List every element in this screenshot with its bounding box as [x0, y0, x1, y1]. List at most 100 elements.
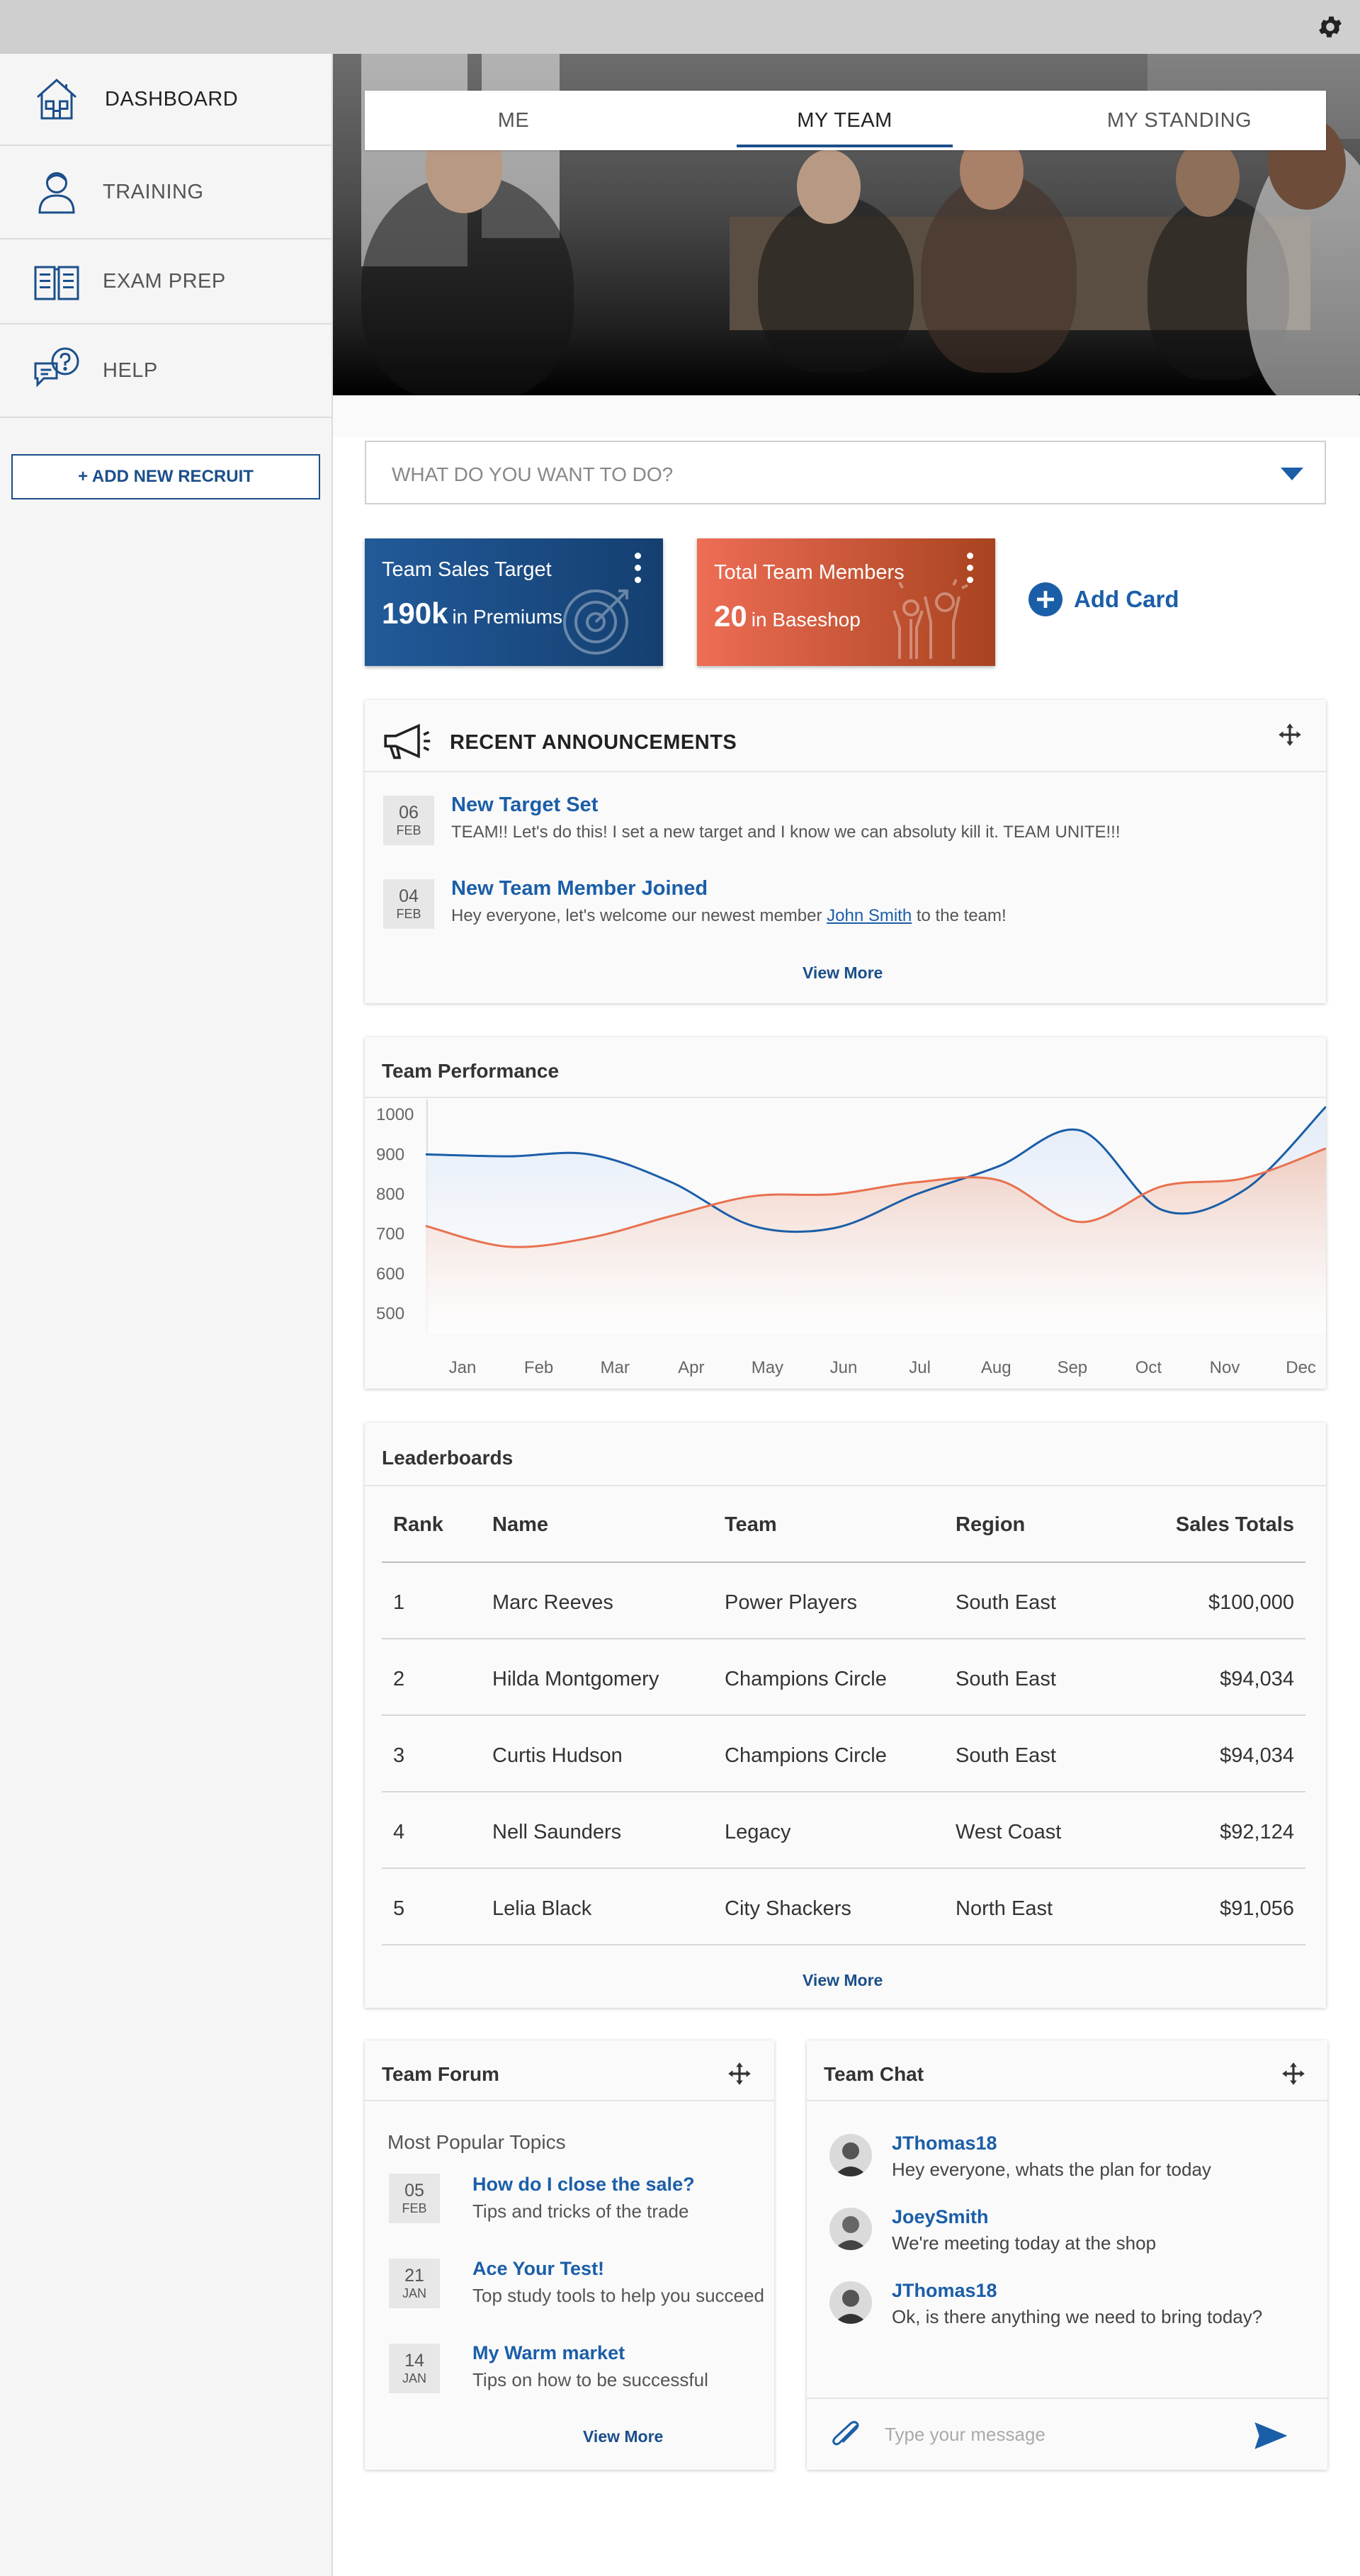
x-tick-label: Jan — [449, 1358, 477, 1377]
y-tick-label: 900 — [376, 1145, 404, 1164]
y-tick-label: 500 — [376, 1304, 404, 1323]
tab-me[interactable]: ME — [365, 91, 662, 150]
move-icon[interactable] — [1276, 721, 1303, 748]
y-tick-label: 800 — [376, 1185, 404, 1204]
avatar — [829, 2281, 872, 2324]
house-icon — [37, 78, 76, 120]
x-tick-label: Mar — [601, 1358, 630, 1377]
x-tick-label: Jul — [909, 1358, 931, 1377]
forum-topic-text: Top study tools to help you succeed — [472, 2285, 764, 2306]
x-tick-label: Oct — [1135, 1358, 1162, 1377]
total-team-members-card[interactable]: Total Team Members 20 in Baseshop — [697, 538, 995, 666]
move-icon[interactable] — [726, 2060, 753, 2087]
date-badge: 21 JAN — [389, 2259, 440, 2308]
card-value: 190k — [382, 597, 448, 630]
chat-username[interactable]: JThomas18 — [892, 2280, 997, 2302]
forum-topic-title[interactable]: My Warm market — [472, 2342, 625, 2364]
column-header: Team — [725, 1513, 777, 1536]
action-select[interactable]: WHAT DO YOU WANT TO DO? — [365, 441, 1326, 504]
panel-title: Team Chat — [824, 2063, 924, 2085]
sidebar-item-help[interactable]: HELP — [0, 324, 332, 418]
view-tabs: ME MY TEAM MY STANDING — [365, 91, 1326, 150]
column-header: Rank — [393, 1513, 443, 1536]
top-bar — [0, 0, 1360, 54]
card-unit: in Premiums — [452, 606, 563, 628]
sidebar-item-label: TRAINING — [103, 180, 204, 203]
tab-my-standing[interactable]: MY STANDING — [1031, 91, 1328, 150]
chat-message: We're meeting today at the shop — [892, 2232, 1157, 2254]
view-more-link[interactable]: View More — [803, 964, 883, 983]
sidebar-item-exam-prep[interactable]: EXAM PREP — [0, 239, 332, 324]
team-performance-panel: Team Performance 1000 900 800 700 600 500 Jan F… — [365, 1037, 1326, 1389]
tab-my-team[interactable]: MY TEAM — [737, 91, 953, 150]
person-icon — [38, 172, 75, 214]
panel-title: RECENT ANNOUNCEMENTS — [450, 731, 737, 754]
sidebar-item-training[interactable]: TRAINING — [0, 146, 332, 239]
date-badge: 04 FEB — [383, 879, 434, 929]
view-more-link[interactable]: View More — [803, 1971, 883, 1990]
performance-chart: 1000 900 800 700 600 500 Jan Feb Mar Apr May Jun Jul… — [376, 1100, 1326, 1377]
table-cell: 4 — [393, 1821, 405, 1843]
announcement-text: Hey everyone, let's welcome our newest m… — [451, 906, 1007, 925]
view-more-link[interactable]: View More — [583, 2427, 663, 2446]
y-tick-label: 1000 — [376, 1105, 414, 1124]
add-card-button[interactable]: Add Card — [1028, 582, 1179, 616]
target-icon — [563, 589, 628, 655]
forum-subtitle: Most Popular Topics — [387, 2131, 566, 2153]
table-cell: 5 — [393, 1897, 405, 1920]
sidebar: DASHBOARD TRAINING EXAM PREP HELP + ADD — [0, 54, 333, 2576]
forum-topic-title[interactable]: Ace Your Test! — [472, 2258, 604, 2280]
team-sales-target-card[interactable]: Team Sales Target 190k in Premiums — [365, 538, 663, 666]
caret-down-icon — [1281, 468, 1303, 480]
table-cell: 3 — [393, 1744, 405, 1767]
plus-circle-icon — [1028, 582, 1062, 616]
leaderboard-panel: Leaderboards Rank Name Team Region Sales… — [365, 1423, 1326, 2008]
chat-message: Ok, is there anything we need to bring t… — [892, 2306, 1263, 2327]
y-tick-label: 700 — [376, 1225, 404, 1244]
hero-decor-strip — [333, 395, 1360, 438]
date-badge: 05 FEB — [389, 2174, 440, 2223]
member-link[interactable]: John Smith — [827, 906, 912, 925]
sidebar-item-label: HELP — [103, 358, 158, 382]
forum-topic-title[interactable]: How do I close the sale? — [472, 2174, 695, 2196]
table-cell: Marc Reeves — [492, 1591, 613, 1614]
table-cell: 1 — [393, 1591, 405, 1614]
send-icon[interactable] — [1254, 2422, 1287, 2450]
column-header: Region — [956, 1513, 1026, 1536]
y-tick-label: 600 — [376, 1265, 404, 1284]
announcements-panel: RECENT ANNOUNCEMENTS 06 FEB New Target Se… — [365, 700, 1326, 1003]
announcement-title[interactable]: New Target Set — [451, 793, 598, 817]
table-cell: $92,124 — [1220, 1821, 1294, 1843]
sidebar-item-dashboard[interactable]: DASHBOARD — [0, 54, 332, 146]
add-new-recruit-button[interactable]: + ADD NEW RECRUIT — [11, 454, 320, 499]
table-cell: South East — [956, 1668, 1056, 1690]
card-title: Team Sales Target — [382, 558, 552, 581]
team-forum-panel: Team Forum Most Popular Topics 05 FEB How… — [365, 2040, 774, 2470]
x-tick-label: Feb — [524, 1358, 553, 1377]
x-tick-label: Aug — [981, 1358, 1012, 1377]
date-badge: 06 FEB — [383, 796, 434, 845]
card-title: Total Team Members — [714, 561, 905, 584]
table-row: 1 Marc Reeves Power Players South East $100,… — [382, 1563, 1305, 1639]
chat-username[interactable]: JoeySmith — [892, 2206, 989, 2228]
chat-username[interactable]: JThomas18 — [892, 2132, 997, 2154]
table-row: 2 Hilda Montgomery Champions Circle South E… — [382, 1639, 1305, 1716]
gear-icon[interactable] — [1316, 13, 1344, 41]
panel-title: Team Forum — [382, 2063, 499, 2085]
panel-title: Team Performance — [382, 1060, 560, 1082]
chat-message-input[interactable] — [885, 2419, 1225, 2450]
move-icon[interactable] — [1280, 2060, 1307, 2087]
card-unit: in Baseshop — [751, 609, 861, 631]
table-cell: North East — [956, 1897, 1053, 1920]
forum-topic-text: Tips on how to be successful — [472, 2369, 708, 2390]
avatar — [829, 2208, 872, 2250]
announcement-title[interactable]: New Team Member Joined — [451, 877, 708, 900]
table-cell: $94,034 — [1220, 1744, 1294, 1767]
action-select-placeholder: WHAT DO YOU WANT TO DO? — [392, 463, 674, 485]
table-cell: Curtis Hudson — [492, 1744, 623, 1767]
table-row: 4 Nell Saunders Legacy West Coast $92,124 — [382, 1792, 1305, 1869]
x-tick-label: Jun — [830, 1358, 858, 1377]
panel-title: Leaderboards — [382, 1447, 514, 1469]
table-cell: South East — [956, 1591, 1056, 1614]
paperclip-icon[interactable] — [831, 2420, 866, 2450]
